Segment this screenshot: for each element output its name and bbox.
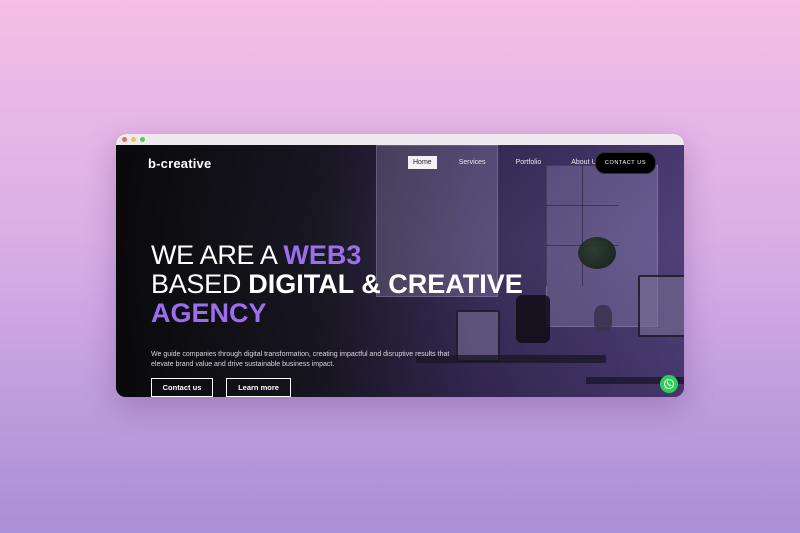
headline-line-2: BASED DIGITAL & CREATIVE bbox=[151, 270, 523, 299]
browser-titlebar bbox=[116, 134, 684, 145]
hero-description: We guide companies through digital trans… bbox=[151, 351, 450, 368]
whatsapp-icon[interactable] bbox=[660, 375, 678, 393]
headline-line1-text: WE ARE A bbox=[151, 240, 284, 270]
headline-line3-accent: AGENCY bbox=[151, 298, 267, 328]
window-frame bbox=[546, 165, 583, 206]
window-frame bbox=[546, 205, 583, 246]
headline-line2-text: BASED bbox=[151, 269, 249, 299]
headline-line-1: WE ARE A WEB3 bbox=[151, 241, 523, 270]
hero-section: b-creative Home Services Portfolio About… bbox=[116, 145, 684, 397]
maximize-window-dot[interactable] bbox=[140, 137, 145, 142]
main-nav: Home Services Portfolio About Us bbox=[408, 156, 626, 169]
brand-logo[interactable]: b-creative bbox=[148, 156, 211, 171]
contact-us-button[interactable]: Contact us bbox=[151, 378, 213, 397]
close-window-dot[interactable] bbox=[122, 137, 127, 142]
plant-decoration bbox=[578, 237, 616, 269]
nav-item-services[interactable]: Services bbox=[455, 156, 490, 169]
headline-line-3: AGENCY bbox=[151, 299, 523, 328]
hero-headline: WE ARE A WEB3 BASED DIGITAL & CREATIVE A… bbox=[151, 241, 523, 328]
browser-window: b-creative Home Services Portfolio About… bbox=[116, 134, 684, 397]
vase-decoration bbox=[594, 305, 612, 331]
nav-item-portfolio[interactable]: Portfolio bbox=[512, 156, 546, 169]
nav-item-home[interactable]: Home bbox=[408, 156, 437, 169]
learn-more-button[interactable]: Learn more bbox=[226, 378, 291, 397]
minimize-window-dot[interactable] bbox=[131, 137, 136, 142]
headline-line1-accent: WEB3 bbox=[283, 240, 362, 270]
monitor-decoration bbox=[638, 275, 684, 337]
contact-us-nav-button[interactable]: CONTACT US bbox=[595, 152, 656, 174]
whatsapp-glyph bbox=[664, 379, 674, 389]
headline-line2-bold: DIGITAL & CREATIVE bbox=[248, 269, 523, 299]
